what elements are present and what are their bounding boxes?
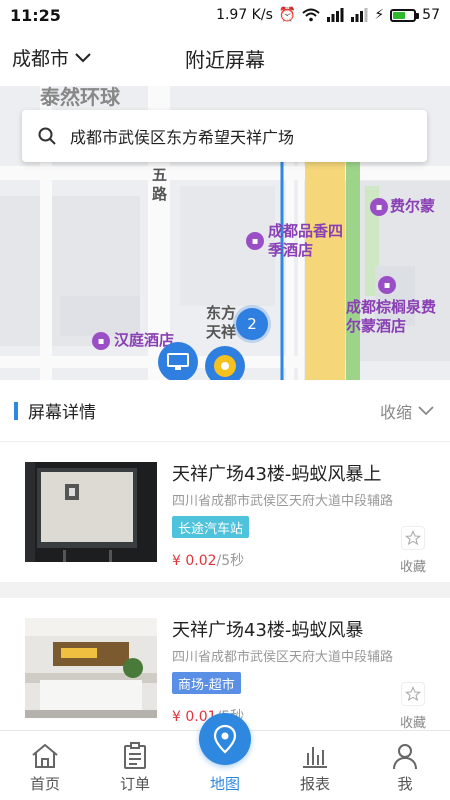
user-icon: [391, 739, 419, 773]
tab-label: 地图: [209, 775, 240, 793]
screen-details-header: 屏幕详情 收缩: [0, 380, 450, 442]
tab-map[interactable]: 地图: [180, 713, 270, 800]
screen-address: 四川省成都市武侯区天府大道中段辅路: [172, 494, 394, 509]
screen-tag: 商场-超市: [172, 672, 241, 694]
price-unit: /5秒: [216, 553, 245, 569]
bottom-nav: 首页 订单 地图 报表 我: [0, 713, 450, 800]
monitor-icon: [167, 353, 189, 370]
tab-label: 我: [397, 775, 413, 793]
charging-icon: ⚡: [374, 7, 385, 23]
map-search-bar[interactable]: 成都市武侯区东方希望天祥广场: [22, 110, 427, 162]
status-time: 11:25: [10, 5, 61, 25]
tab-label: 报表: [299, 775, 330, 793]
city-label: 成都市: [12, 48, 70, 70]
tab-label: 首页: [29, 775, 60, 793]
favorite-button[interactable]: 收藏: [396, 682, 430, 730]
network-speed: 1.97 K/s: [216, 7, 273, 23]
hotel-poi-icon: ▪: [370, 198, 388, 216]
map-label-wulu: 五路: [152, 166, 168, 203]
location-marker-icon[interactable]: [205, 346, 245, 380]
screen-price: ¥ 0.02/5秒: [172, 550, 244, 570]
screen-tag: 长途汽车站: [172, 516, 250, 538]
map-search-text: 成都市武侯区东方希望天祥广场: [70, 128, 295, 147]
hotel-poi-icon: ▪: [92, 332, 110, 350]
collapse-label: 收缩: [379, 402, 412, 422]
tab-me[interactable]: 我: [360, 731, 450, 800]
wifi-icon: [302, 8, 320, 22]
map-label-pinxiang: 成都品香四季酒店: [268, 222, 344, 259]
collapse-button[interactable]: 收缩: [380, 399, 434, 423]
screen-address: 四川省成都市武侯区天府大道中段辅路: [172, 650, 394, 665]
status-bar: 11:25 1.97 K/s ⏰ ⚡ 57: [0, 0, 450, 30]
alarm-icon: ⏰: [278, 7, 297, 23]
app-header: 成都市 附近屏幕: [0, 30, 450, 86]
section-accent-bar: [14, 401, 18, 420]
screen-name: 天祥广场43楼-蚂蚁风暴上: [172, 464, 382, 485]
status-icons: 1.97 K/s ⏰ ⚡ 57: [216, 7, 440, 23]
search-icon: [38, 127, 56, 145]
star-icon: [401, 526, 425, 550]
hotel-poi-icon: ▪: [378, 276, 396, 294]
star-icon: [401, 682, 425, 706]
bar-chart-icon: [301, 739, 329, 773]
chevron-down-icon: [418, 405, 434, 415]
chevron-down-icon: [75, 52, 91, 62]
map-label-zonglv: 成都棕榈泉费尔蒙酒店: [346, 298, 437, 335]
favorite-button[interactable]: 收藏: [396, 526, 430, 575]
clipboard-icon: [123, 739, 147, 773]
battery-percent: 57: [422, 7, 440, 23]
tab-orders[interactable]: 订单: [90, 731, 180, 800]
price-value: ¥ 0.02: [172, 553, 217, 569]
tab-home[interactable]: 首页: [0, 731, 90, 800]
screen-thumbnail: [25, 618, 157, 718]
list-item[interactable]: 天祥广场43楼-蚂蚁风暴上 四川省成都市武侯区天府大道中段辅路 长途汽车站 ¥ …: [0, 442, 450, 598]
screen-thumbnail: [25, 462, 157, 562]
section-title: 屏幕详情: [28, 403, 96, 423]
screen-list: 天祥广场43楼-蚂蚁风暴上 四川省成都市武侯区天府大道中段辅路 长途汽车站 ¥ …: [0, 442, 450, 730]
screen-marker-icon[interactable]: [158, 342, 198, 380]
favorite-label: 收藏: [399, 560, 426, 575]
favorite-label: 收藏: [399, 716, 426, 730]
home-icon: [31, 739, 59, 773]
screen-name: 天祥广场43楼-蚂蚁风暴: [172, 620, 364, 641]
tab-reports[interactable]: 报表: [270, 731, 360, 800]
map-label-taiyan: 泰然环球: [40, 86, 120, 109]
city-selector[interactable]: 成都市: [12, 44, 91, 71]
signal-icon: [350, 8, 368, 22]
map-cluster-marker[interactable]: 2: [236, 308, 268, 340]
list-item[interactable]: 天祥广场43楼-蚂蚁风暴 四川省成都市武侯区天府大道中段辅路 商场-超市 ¥ 0…: [0, 598, 450, 730]
tab-label: 订单: [119, 775, 150, 793]
battery-icon: [390, 8, 420, 22]
map-view[interactable]: 泰然环球 五路 成都市武侯区东方希望天祥广场 ▪ 成都品香四季酒店 ▪ 费尔蒙 …: [0, 86, 450, 380]
list-divider: [0, 582, 450, 598]
hotel-poi-icon: ▪: [246, 232, 264, 250]
map-pin-icon: [199, 713, 251, 765]
signal-4g-icon: [326, 8, 344, 22]
map-label-feierm: 费尔蒙: [390, 197, 436, 215]
